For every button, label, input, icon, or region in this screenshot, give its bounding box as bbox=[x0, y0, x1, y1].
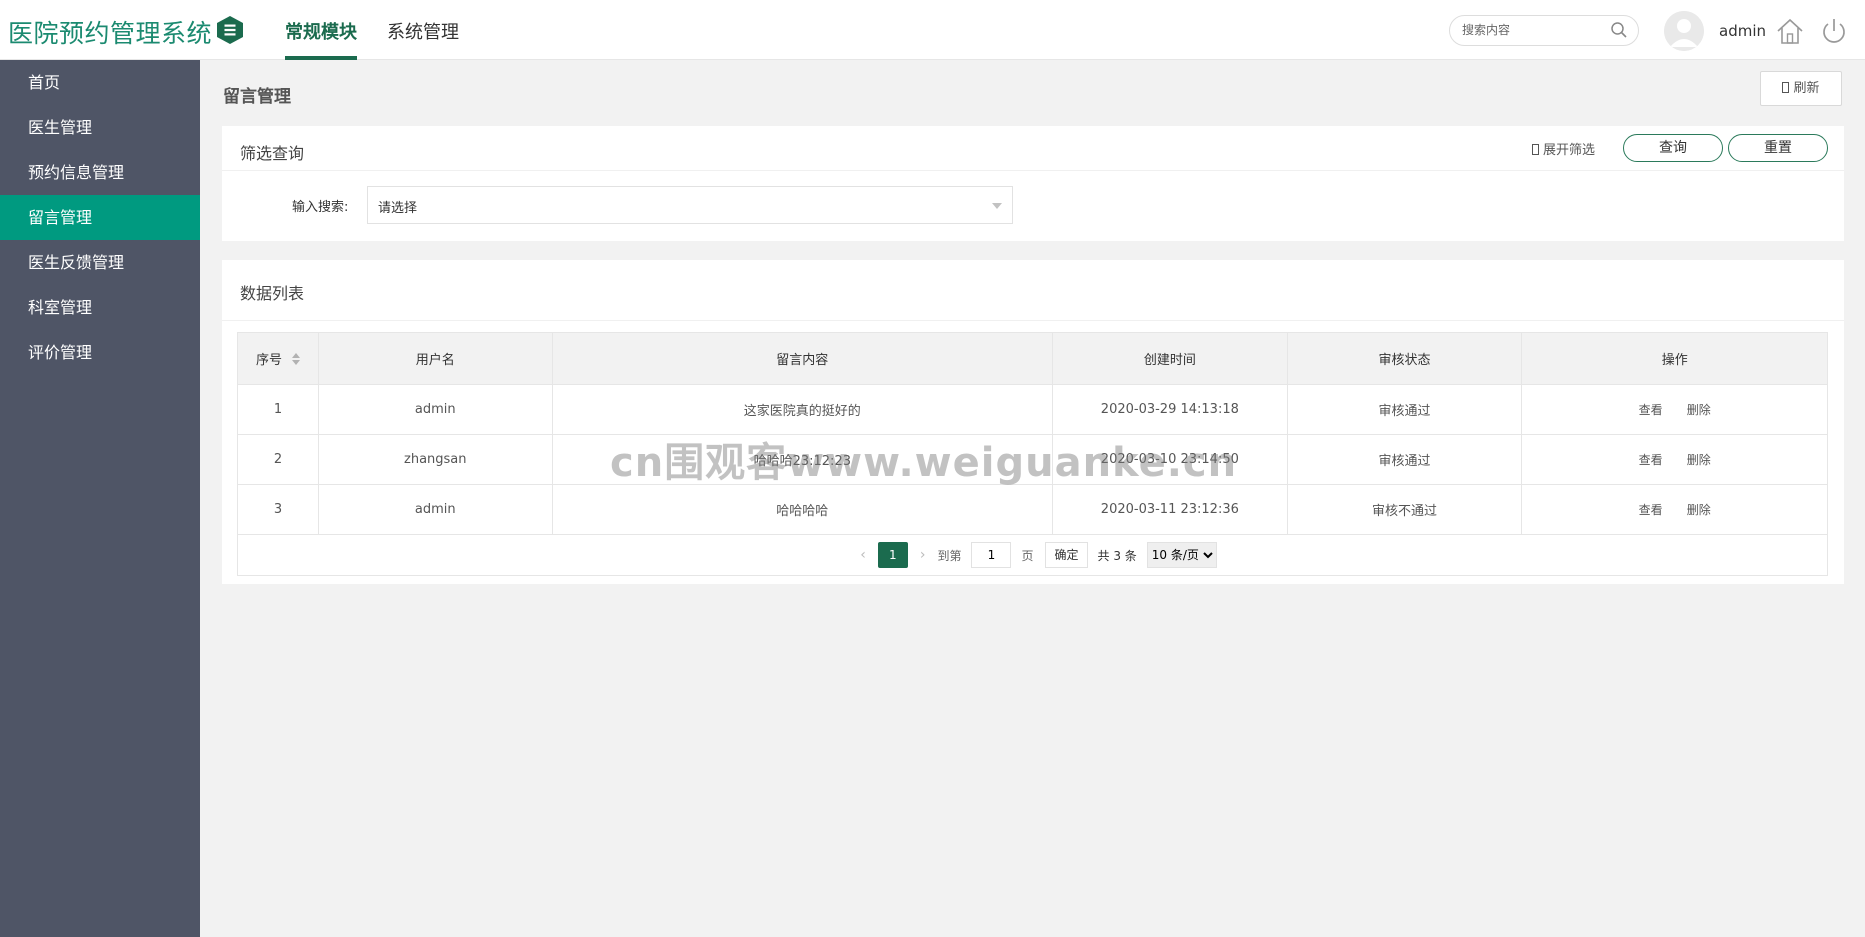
cell-created: 2020-03-29 14:13:18 bbox=[1053, 385, 1288, 434]
view-button[interactable]: 查看 bbox=[1639, 401, 1663, 418]
chevron-down-icon bbox=[992, 203, 1002, 209]
goto-confirm-button[interactable]: 确定 bbox=[1045, 542, 1088, 568]
header-search bbox=[1449, 15, 1639, 46]
sidebar-item-doctor-feedback[interactable]: 医生反馈管理 bbox=[0, 240, 200, 285]
filter-card: 筛选查询 展开筛选 查询 重置 输入搜索: 请选择 bbox=[222, 126, 1844, 241]
table-header-row: 序号 用户名 留言内容 创建时间 审核状态 操作 bbox=[238, 333, 1827, 385]
menu-toggle-icon[interactable] bbox=[216, 15, 244, 45]
col-header-user: 用户名 bbox=[319, 333, 553, 384]
cell-user: zhangsan bbox=[319, 435, 553, 484]
data-table: 序号 用户名 留言内容 创建时间 审核状态 操作 1 admin 这家医院真的挺… bbox=[237, 332, 1828, 576]
expand-filter-link[interactable]: 展开筛选 bbox=[1532, 139, 1595, 158]
tab-regular-modules[interactable]: 常规模块 bbox=[285, 18, 357, 60]
delete-button[interactable]: 删除 bbox=[1687, 501, 1711, 518]
search-input[interactable] bbox=[1462, 23, 1602, 37]
cell-index: 2 bbox=[238, 435, 319, 484]
cell-created: 2020-03-10 23:14:50 bbox=[1053, 435, 1288, 484]
top-header: 医院预约管理系统 常规模块 系统管理 admin bbox=[0, 0, 1865, 60]
data-list-title: 数据列表 bbox=[240, 284, 305, 303]
cell-user: admin bbox=[319, 385, 553, 434]
col-header-actions: 操作 bbox=[1661, 353, 1688, 368]
delete-button[interactable]: 删除 bbox=[1687, 451, 1711, 468]
page-size-select[interactable]: 10 条/页 bbox=[1146, 542, 1217, 568]
cell-index: 1 bbox=[238, 385, 319, 434]
cell-actions: 查看 删除 bbox=[1522, 385, 1827, 434]
sidebar-item-departments[interactable]: 科室管理 bbox=[0, 285, 200, 330]
expand-icon bbox=[1532, 144, 1539, 155]
delete-button[interactable]: 删除 bbox=[1687, 401, 1711, 418]
reset-button[interactable]: 重置 bbox=[1728, 134, 1828, 162]
data-list-card: 数据列表 序号 用户名 留言内容 创建时间 审核状态 操作 1 admin 这家… bbox=[222, 260, 1844, 584]
username-label[interactable]: admin bbox=[1719, 22, 1766, 40]
total-count: 共 3 条 bbox=[1097, 548, 1137, 563]
cell-user: admin bbox=[319, 485, 553, 534]
data-list-divider bbox=[222, 320, 1844, 321]
sidebar-item-doctors[interactable]: 医生管理 bbox=[0, 105, 200, 150]
table-row: 2 zhangsan 哈哈哈23:12:23 2020-03-10 23:14:… bbox=[238, 435, 1827, 485]
query-button[interactable]: 查询 bbox=[1623, 134, 1723, 162]
home-icon[interactable] bbox=[1775, 16, 1805, 46]
sort-icon[interactable] bbox=[291, 352, 300, 365]
table-row: 3 admin 哈哈哈哈 2020-03-11 23:12:36 审核不通过 查… bbox=[238, 485, 1827, 535]
current-page-button[interactable]: 1 bbox=[877, 542, 908, 568]
cell-content: 这家医院真的挺好的 bbox=[553, 385, 1053, 434]
sidebar-item-messages[interactable]: 留言管理 bbox=[0, 195, 200, 240]
prev-page-icon[interactable]: ‹ bbox=[860, 547, 866, 563]
col-header-created: 创建时间 bbox=[1053, 333, 1288, 384]
view-button[interactable]: 查看 bbox=[1639, 451, 1663, 468]
filter-divider bbox=[222, 170, 1844, 171]
power-icon[interactable] bbox=[1819, 16, 1849, 46]
sidebar-item-home[interactable]: 首页 bbox=[0, 60, 200, 105]
tab-system-management[interactable]: 系统管理 bbox=[387, 18, 459, 60]
search-select-value: 请选择 bbox=[378, 201, 418, 216]
col-header-index[interactable]: 序号 bbox=[238, 333, 319, 384]
goto-page-input[interactable] bbox=[971, 542, 1012, 568]
page-unit-label: 页 bbox=[1021, 548, 1034, 563]
cell-actions: 查看 删除 bbox=[1522, 435, 1827, 484]
search-icon[interactable] bbox=[1610, 21, 1628, 39]
refresh-label: 刷新 bbox=[1793, 81, 1820, 96]
search-select[interactable]: 请选择 bbox=[367, 186, 1013, 224]
goto-label: 到第 bbox=[937, 548, 962, 563]
page-title: 留言管理 bbox=[223, 87, 291, 107]
sidebar: 首页 医生管理 预约信息管理 留言管理 医生反馈管理 科室管理 评价管理 bbox=[0, 60, 200, 937]
search-label: 输入搜索: bbox=[292, 200, 349, 215]
cell-index: 3 bbox=[238, 485, 319, 534]
col-header-content: 留言内容 bbox=[553, 333, 1053, 384]
next-page-icon[interactable]: › bbox=[920, 547, 926, 563]
expand-filter-label: 展开筛选 bbox=[1543, 143, 1596, 158]
table-row: 1 admin 这家医院真的挺好的 2020-03-29 14:13:18 审核… bbox=[238, 385, 1827, 435]
avatar-icon[interactable] bbox=[1664, 11, 1704, 51]
col-header-index-label: 序号 bbox=[255, 353, 282, 368]
refresh-icon bbox=[1782, 82, 1790, 93]
sidebar-item-appointments[interactable]: 预约信息管理 bbox=[0, 150, 200, 195]
view-button[interactable]: 查看 bbox=[1639, 501, 1663, 518]
cell-status: 审核通过 bbox=[1288, 385, 1523, 434]
cell-actions: 查看 删除 bbox=[1522, 485, 1827, 534]
cell-created: 2020-03-11 23:12:36 bbox=[1053, 485, 1288, 534]
sidebar-item-reviews[interactable]: 评价管理 bbox=[0, 330, 200, 375]
filter-title: 筛选查询 bbox=[240, 144, 305, 163]
app-brand: 医院预约管理系统 bbox=[8, 19, 213, 48]
cell-content: 哈哈哈23:12:23 bbox=[553, 435, 1053, 484]
cell-content: 哈哈哈哈 bbox=[553, 485, 1053, 534]
refresh-button[interactable]: 刷新 bbox=[1760, 71, 1842, 106]
cell-status: 审核不通过 bbox=[1288, 485, 1523, 534]
col-header-status: 审核状态 bbox=[1288, 333, 1523, 384]
pagination: ‹ 1 › 到第 页 确定 共 3 条 10 条/页 bbox=[238, 535, 1827, 575]
cell-status: 审核通过 bbox=[1288, 435, 1523, 484]
